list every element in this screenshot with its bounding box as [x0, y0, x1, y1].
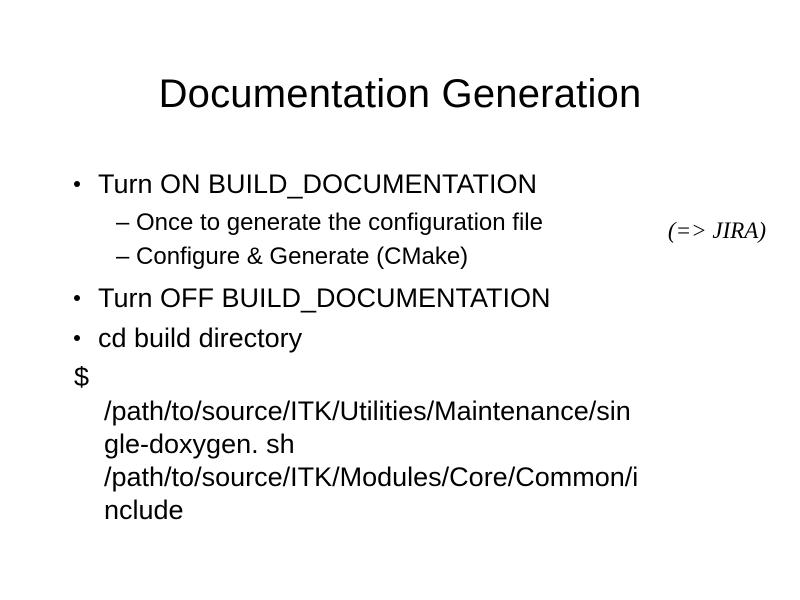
command-line-4: nclude — [104, 494, 734, 527]
bullet-dot-icon — [74, 181, 80, 187]
shell-prompt: $ — [74, 361, 734, 395]
slide-title: Documentation Generation — [0, 72, 800, 117]
bullet-item-1: Turn ON BUILD_DOCUMENTATION — [74, 168, 734, 202]
sub-bullet-group-1: – Once to generate the configuration fil… — [116, 208, 734, 272]
command-block: /path/to/source/ITK/Utilities/Maintenanc… — [104, 395, 734, 527]
slide-body: Turn ON BUILD_DOCUMENTATION – Once to ge… — [74, 168, 734, 527]
bullet-item-2: Turn OFF BUILD_DOCUMENTATION — [74, 282, 734, 316]
bullet-dot-icon — [74, 295, 80, 301]
sub-bullet-1: – Once to generate the configuration fil… — [116, 208, 734, 238]
command-line-3: /path/to/source/ITK/Modules/Core/Common/… — [104, 461, 734, 494]
command-line-2: gle-doxygen. sh — [104, 428, 734, 461]
bullet-text: Turn OFF BUILD_DOCUMENTATION — [98, 282, 734, 316]
bullet-dot-icon — [74, 335, 80, 341]
slide: Documentation Generation (=> JIRA) Turn … — [0, 0, 800, 600]
bullet-text: Turn ON BUILD_DOCUMENTATION — [98, 168, 734, 202]
bullet-text: cd build directory — [98, 322, 734, 356]
bullet-item-3: cd build directory — [74, 322, 734, 356]
command-line-1: /path/to/source/ITK/Utilities/Maintenanc… — [104, 395, 734, 428]
sub-bullet-2: – Configure & Generate (CMake) — [116, 242, 734, 272]
